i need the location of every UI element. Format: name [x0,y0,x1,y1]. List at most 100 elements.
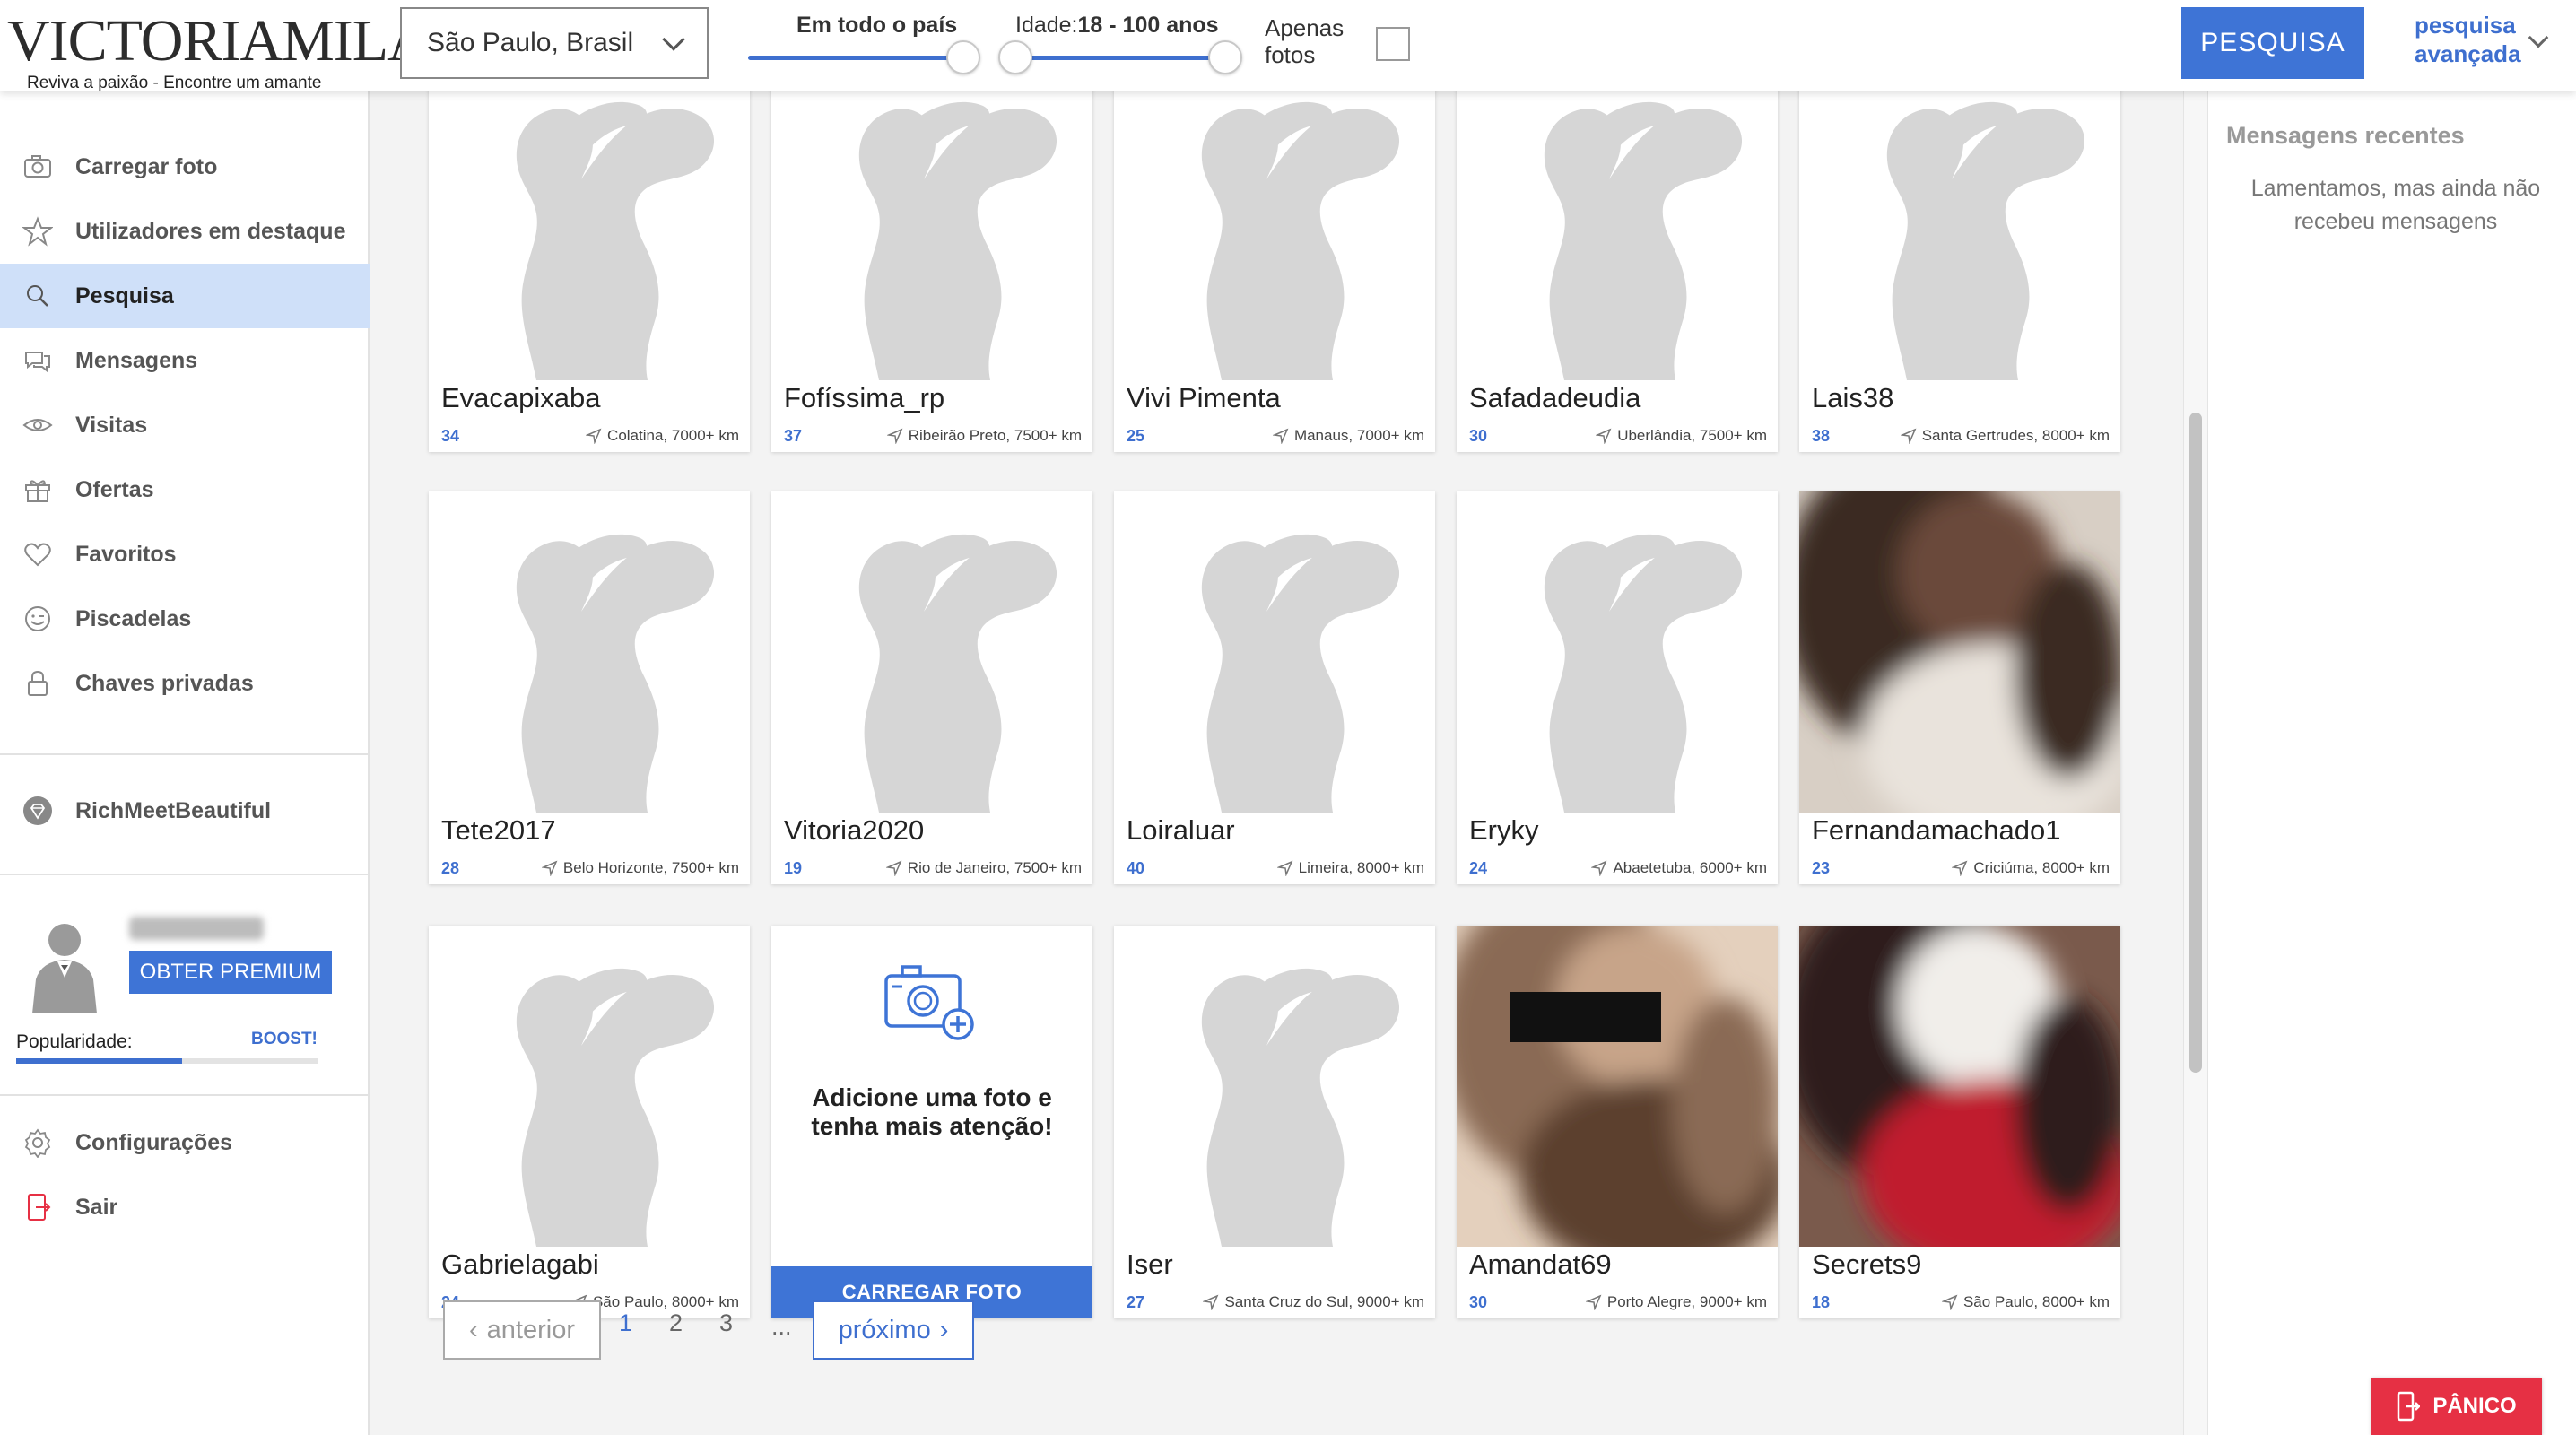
popularity-label: Popularidade: [16,1031,133,1052]
location-arrow-icon [886,428,903,444]
profile-location: Limeira, 8000+ km [1276,859,1424,877]
next-page-button[interactable]: próximo › [813,1300,974,1360]
location-select[interactable]: São Paulo, Brasil [400,7,709,79]
lock-icon [22,667,54,700]
distance-slider-handle[interactable] [946,40,980,74]
previous-page-button[interactable]: ‹ anterior [443,1300,601,1360]
profile-photo[interactable] [1799,926,2120,1247]
profile-card[interactable]: Evacapixaba 34 Colatina, 7000+ km [429,91,750,452]
panic-button[interactable]: PÂNICO [2371,1378,2542,1435]
profile-card[interactable]: Vitoria2020 19 Rio de Janeiro, 7500+ km [771,491,1092,884]
profile-name[interactable]: Vivi Pimenta [1127,382,1281,414]
eye-icon [22,409,54,441]
sidebar-item-upload-photo[interactable]: Carregar foto [0,135,370,199]
page-3-link[interactable]: 3 [719,1309,733,1337]
photos-only-checkbox[interactable] [1376,27,1410,61]
sidebar-item-label: RichMeetBeautiful [75,797,272,823]
profile-name[interactable]: Lais38 [1812,382,1893,414]
sidebar-item-private-keys[interactable]: Chaves privadas [0,651,370,716]
profile-name[interactable]: Vitoria2020 [784,814,924,847]
profile-name[interactable]: Tete2017 [441,814,556,847]
advanced-search-link[interactable]: pesquisa avançada [2415,11,2521,68]
profile-name[interactable]: Fernandamachado1 [1812,814,2060,847]
profile-age: 40 [1127,859,1145,877]
profile-location: Manaus, 7000+ km [1272,427,1424,445]
age-min-handle[interactable] [998,40,1032,74]
profile-photo[interactable] [1114,491,1435,813]
profile-card[interactable]: Safadadeudia 30 Uberlândia, 7500+ km [1457,91,1778,452]
silhouette-placeholder [429,91,750,380]
profile-card[interactable]: Eryky 24 Abaetetuba, 6000+ km [1457,491,1778,884]
sidebar-item-richmeetbeautiful[interactable]: RichMeetBeautiful [0,778,370,843]
profile-location: Santa Cruz do Sul, 9000+ km [1203,1293,1424,1311]
profile-card[interactable]: Amandat69 30 Porto Alegre, 9000+ km [1457,926,1778,1318]
profile-photo[interactable] [429,91,750,380]
age-max-handle[interactable] [1208,40,1242,74]
profile-name[interactable]: Loiraluar [1127,814,1235,847]
sidebar-item-winks[interactable]: Piscadelas [0,587,370,651]
profile-name[interactable]: Fofíssima_rp [784,382,944,414]
get-premium-button[interactable]: OBTER PREMIUM [129,951,332,994]
profile-location-text: Santa Gertrudes, 8000+ km [1921,427,2110,444]
profile-photo[interactable] [429,926,750,1247]
profile-location-text: São Paulo, 8000+ km [1962,1293,2110,1310]
chat-icon [22,344,54,377]
profile-location: São Paulo, 8000+ km [1941,1293,2110,1311]
avatar[interactable] [20,915,109,1013]
age-label: Idade:18 - 100 anos [1015,13,1219,38]
exit-icon [22,1191,54,1223]
profile-name[interactable]: Amandat69 [1469,1248,1612,1281]
boost-link[interactable]: BOOST! [251,1030,318,1049]
profile-card[interactable]: Gabrielagabi 24 São Paulo, 8000+ km [429,926,750,1318]
profile-photo[interactable] [1799,91,2120,380]
profile-name[interactable]: Eryky [1469,814,1539,847]
profile-name[interactable]: Secrets9 [1812,1248,1921,1281]
profile-photo[interactable] [1114,91,1435,380]
sidebar-item-visits[interactable]: Visitas [0,393,370,457]
profile-card[interactable]: Loiraluar 40 Limeira, 8000+ km [1114,491,1435,884]
profile-card[interactable]: Fernandamachado1 23 Criciúma, 8000+ km [1799,491,2120,884]
profile-card[interactable]: Tete2017 28 Belo Horizonte, 7500+ km [429,491,750,884]
age-slider-track[interactable] [1015,56,1225,60]
sidebar-item-featured-users[interactable]: Utilizadores em destaque [0,199,370,264]
profile-photo[interactable] [771,91,1092,380]
sidebar-item-offers[interactable]: Ofertas [0,457,370,522]
recent-messages-title: Mensagens recentes [2226,122,2465,149]
page-1-link[interactable]: 1 [619,1309,632,1337]
profile-card[interactable]: Fofíssima_rp 37 Ribeirão Preto, 7500+ km [771,91,1092,452]
distance-slider-track[interactable] [748,56,963,60]
sidebar-item-label: Pesquisa [75,283,174,309]
profile-name[interactable]: Safadadeudia [1469,382,1640,414]
upload-photo-message: Adicione uma foto e tenha mais atenção! [811,1083,1053,1140]
sidebar-item-search[interactable]: Pesquisa [0,264,370,328]
profile-photo[interactable] [1114,926,1435,1247]
profile-photo[interactable] [771,491,1092,813]
sidebar-item-messages[interactable]: Mensagens [0,328,370,393]
location-arrow-icon [1900,428,1917,444]
upload-photo-card[interactable]: Adicione uma foto e tenha mais atenção! … [771,926,1092,1318]
profile-card[interactable]: Lais38 38 Santa Gertrudes, 8000+ km [1799,91,2120,452]
sidebar-item-logout[interactable]: Sair [0,1175,370,1239]
sidebar-item-favorites[interactable]: Favoritos [0,522,370,587]
profile-photo[interactable] [1457,91,1778,380]
profile-name[interactable]: Gabrielagabi [441,1248,599,1281]
profile-card[interactable]: Secrets9 18 São Paulo, 8000+ km [1799,926,2120,1318]
profile-name[interactable]: Iser [1127,1248,1173,1281]
sidebar-item-settings[interactable]: Configurações [0,1110,370,1175]
profile-card[interactable]: Vivi Pimenta 25 Manaus, 7000+ km [1114,91,1435,452]
profile-photo[interactable] [1457,926,1778,1247]
star-icon [22,215,54,248]
profile-name[interactable]: Evacapixaba [441,382,601,414]
chevron-down-icon[interactable] [2528,27,2549,48]
logo[interactable]: VICTORIAMILAN® Reviva a paixão - Encontr… [7,12,483,93]
location-arrow-icon [1941,1294,1958,1310]
profile-photo[interactable] [429,491,750,813]
panic-button-label: PÂNICO [2432,1394,2517,1418]
profile-photo[interactable] [1799,491,2120,813]
profile-card[interactable]: Iser 27 Santa Cruz do Sul, 9000+ km [1114,926,1435,1318]
sidebar-item-label: Chaves privadas [75,670,254,696]
profile-photo[interactable] [1457,491,1778,813]
scrollbar-thumb[interactable] [2189,413,2202,1073]
search-button[interactable]: PESQUISA [2181,7,2364,79]
page-2-link[interactable]: 2 [669,1309,683,1337]
